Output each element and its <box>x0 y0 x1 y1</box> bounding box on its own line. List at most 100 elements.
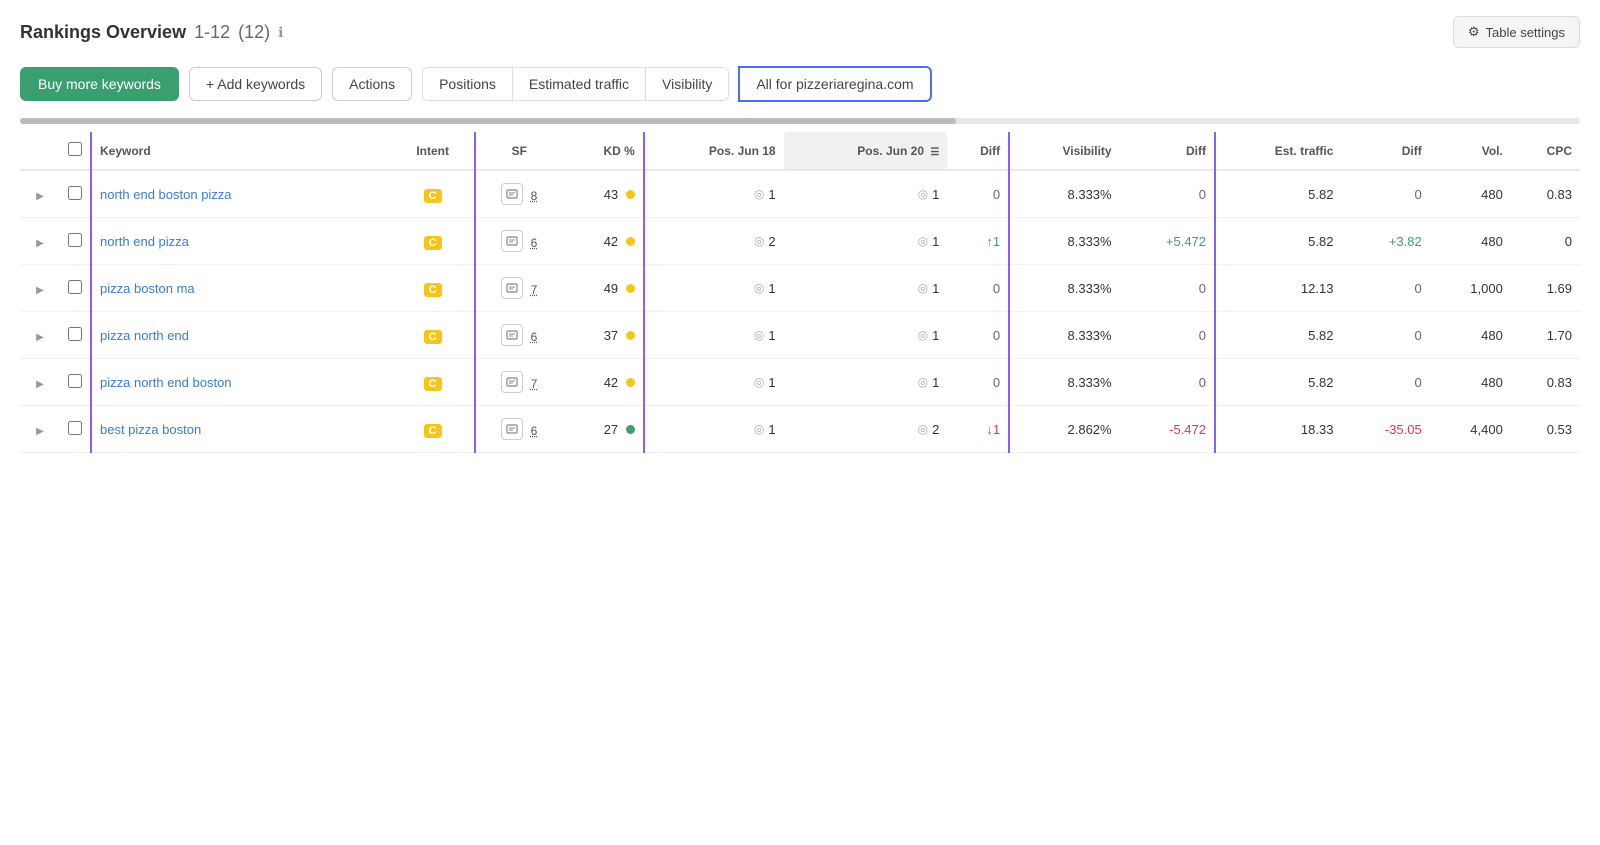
kd-dot <box>626 378 635 387</box>
keyword-link[interactable]: pizza north end <box>100 328 189 343</box>
page-container: Rankings Overview 1-12 (12) ℹ ⚙ Table se… <box>0 0 1600 469</box>
row-checkbox[interactable] <box>68 233 82 247</box>
keyword-link[interactable]: pizza north end boston <box>100 375 232 390</box>
pos-jun20-value: 2 <box>932 422 939 437</box>
est-traffic-value: 18.33 <box>1301 422 1334 437</box>
vis-diff-cell: +5.472 <box>1120 218 1215 265</box>
est-diff-cell: -35.05 <box>1341 406 1429 453</box>
row-checkbox[interactable] <box>68 327 82 341</box>
est-diff-cell: 0 <box>1341 265 1429 312</box>
pos-diff-cell: ↓1 <box>947 406 1009 453</box>
add-keywords-button[interactable]: + Add keywords <box>189 67 322 101</box>
est-diff-value: 0 <box>1415 375 1422 390</box>
filter-traffic[interactable]: Estimated traffic <box>513 68 646 100</box>
cpc-cell: 0.83 <box>1511 170 1580 218</box>
th-kd: KD % <box>563 132 644 170</box>
expand-button[interactable]: ▶ <box>32 377 48 392</box>
pos-jun20-cell: ◎ 1 <box>784 218 948 265</box>
sf-icon[interactable] <box>501 230 523 252</box>
keyword-link[interactable]: pizza boston ma <box>100 281 195 296</box>
pos-jun20-value: 1 <box>932 281 939 296</box>
checkbox-cell <box>60 218 91 265</box>
vol-cell: 480 <box>1430 359 1511 406</box>
table-settings-button[interactable]: ⚙ Table settings <box>1453 16 1580 48</box>
kd-dot <box>626 425 635 434</box>
filter-visibility[interactable]: Visibility <box>646 68 728 100</box>
table-row: ▶ pizza north end C 6 37 ◎ 1 <box>20 312 1580 359</box>
row-checkbox[interactable] <box>68 186 82 200</box>
sf-number[interactable]: 7 <box>531 283 538 297</box>
pos-diff-cell: 0 <box>947 265 1009 312</box>
row-checkbox[interactable] <box>68 374 82 388</box>
scrollbar-thumb <box>20 118 956 124</box>
pos-icon: ◎ <box>754 375 764 389</box>
rankings-table: Keyword Intent SF KD % Pos. Jun 18 <box>20 132 1580 453</box>
pos-jun18-value: 1 <box>768 328 775 343</box>
pos-jun18-value: 2 <box>768 234 775 249</box>
expand-button[interactable]: ▶ <box>32 424 48 439</box>
sf-cell: 7 <box>475 265 563 312</box>
sf-icon[interactable] <box>501 324 523 346</box>
pos-icon: ◎ <box>754 187 764 201</box>
intent-badge: C <box>424 283 442 297</box>
filter-positions[interactable]: Positions <box>423 68 513 100</box>
sf-number[interactable]: 7 <box>531 377 538 391</box>
filter-domain[interactable]: All for pizzeriaregina.com <box>738 66 931 102</box>
pos-icon: ◎ <box>754 234 764 248</box>
sf-number[interactable]: 6 <box>531 236 538 250</box>
kd-dot <box>626 237 635 246</box>
table-row: ▶ best pizza boston C 6 27 ◎ 1 <box>20 406 1580 453</box>
visibility-cell: 8.333% <box>1009 265 1119 312</box>
expand-button[interactable]: ▶ <box>32 189 48 204</box>
est-traffic-cell: 5.82 <box>1215 218 1341 265</box>
checkbox-cell <box>60 406 91 453</box>
est-traffic-cell: 5.82 <box>1215 359 1341 406</box>
vis-diff-value: -5.472 <box>1169 422 1206 437</box>
actions-button[interactable]: Actions <box>332 67 412 101</box>
keyword-cell: north end pizza <box>91 218 392 265</box>
info-icon[interactable]: ℹ <box>278 24 283 41</box>
vol-cell: 480 <box>1430 170 1511 218</box>
sf-number[interactable]: 6 <box>531 330 538 344</box>
intent-badge: C <box>424 236 442 250</box>
keyword-link[interactable]: north end boston pizza <box>100 187 232 202</box>
sf-icon[interactable] <box>501 371 523 393</box>
pos-icon: ◎ <box>918 281 928 295</box>
pos-diff-value: ↓1 <box>986 422 1000 437</box>
sf-icon[interactable] <box>501 183 523 205</box>
column-header-row: Keyword Intent SF KD % Pos. Jun 18 <box>20 132 1580 170</box>
vis-diff-value: +5.472 <box>1166 234 1206 249</box>
keyword-link[interactable]: north end pizza <box>100 234 189 249</box>
sf-icon[interactable] <box>501 277 523 299</box>
sf-icon[interactable] <box>501 418 523 440</box>
row-checkbox[interactable] <box>68 280 82 294</box>
vol-cell: 480 <box>1430 312 1511 359</box>
select-all-checkbox[interactable] <box>68 142 82 156</box>
sf-number[interactable]: 8 <box>531 189 538 203</box>
intent-cell: C <box>392 218 475 265</box>
th-pos-jun18: Pos. Jun 18 <box>644 132 784 170</box>
vol-cell: 1,000 <box>1430 265 1511 312</box>
pos-icon: ◎ <box>754 422 764 436</box>
pos-jun18-value: 1 <box>768 281 775 296</box>
sf-number[interactable]: 6 <box>531 424 538 438</box>
cpc-value: 1.69 <box>1547 281 1572 296</box>
table-container: Keyword Intent SF KD % Pos. Jun 18 <box>20 118 1580 453</box>
keyword-link[interactable]: best pizza boston <box>100 422 201 437</box>
expand-button[interactable]: ▶ <box>32 330 48 345</box>
vis-diff-value: 0 <box>1199 281 1206 296</box>
pos-jun18-cell: ◎ 2 <box>644 218 784 265</box>
expand-button[interactable]: ▶ <box>32 236 48 251</box>
visibility-cell: 8.333% <box>1009 312 1119 359</box>
pos-jun20-value: 1 <box>932 187 939 202</box>
est-diff-value: 0 <box>1415 281 1422 296</box>
buy-keywords-button[interactable]: Buy more keywords <box>20 67 179 101</box>
scrollbar-track[interactable] <box>20 118 1580 124</box>
pos-jun18-cell: ◎ 1 <box>644 312 784 359</box>
row-checkbox[interactable] <box>68 421 82 435</box>
expand-button[interactable]: ▶ <box>32 283 48 298</box>
est-diff-cell: 0 <box>1341 170 1429 218</box>
cpc-value: 0.83 <box>1547 187 1572 202</box>
header-row: Rankings Overview 1-12 (12) ℹ ⚙ Table se… <box>20 16 1580 48</box>
gear-icon: ⚙ <box>1468 24 1480 40</box>
